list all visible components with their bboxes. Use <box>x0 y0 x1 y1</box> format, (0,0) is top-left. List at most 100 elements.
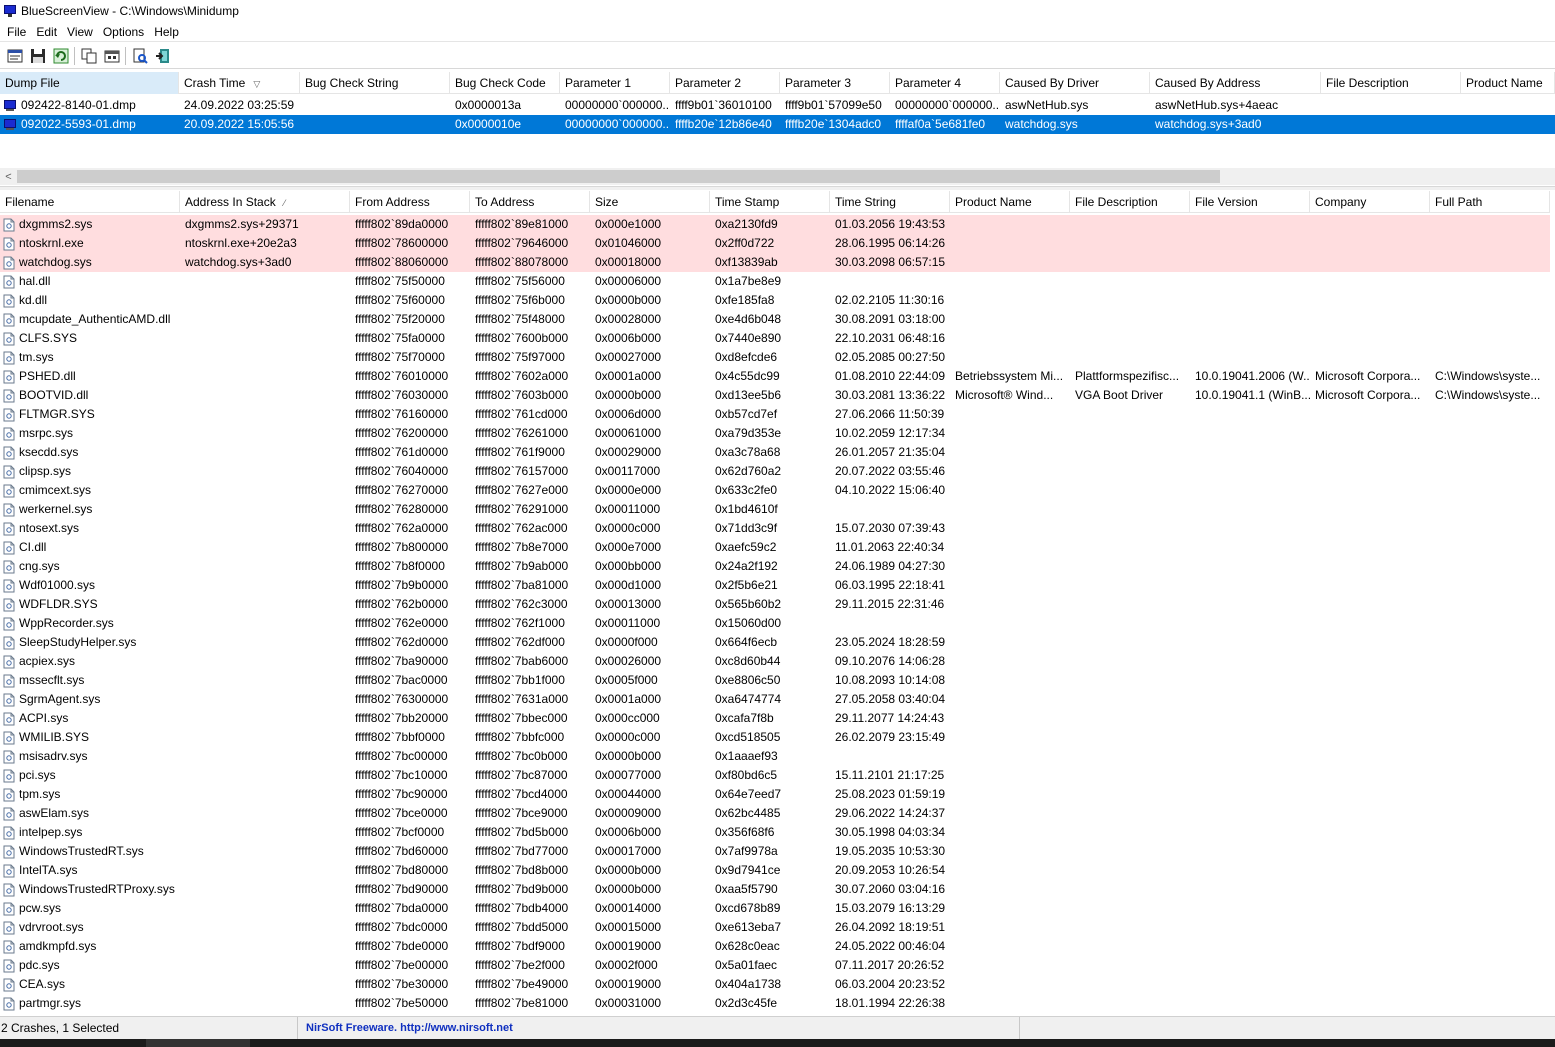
exit-button[interactable] <box>151 45 174 67</box>
cell-text: FLTMGR.SYS <box>19 407 95 421</box>
column-header-file-description[interactable]: File Description <box>1321 72 1461 94</box>
driver-row[interactable]: aswElam.sys fffff802`7bce0000 fffff802`7bc… <box>0 804 1550 823</box>
driver-row[interactable]: mssecflt.sys fffff802`7bac0000 fffff802`7b… <box>0 671 1550 690</box>
column-header-size[interactable]: Size <box>590 191 710 213</box>
driver-row[interactable]: WMILIB.SYS fffff802`7bbf0000 fffff802`7bbf… <box>0 728 1550 747</box>
column-header-product-name[interactable]: Product Name <box>950 191 1070 213</box>
column-header-bug-check-string[interactable]: Bug Check String <box>300 72 450 94</box>
driver-row[interactable]: WDFLDR.SYS fffff802`762b0000 fffff802`762c… <box>0 595 1550 614</box>
taskbar-item[interactable] <box>146 1039 250 1047</box>
driver-row[interactable]: FLTMGR.SYS fffff802`76160000 fffff802`761c… <box>0 405 1550 424</box>
driver-row[interactable]: clipsp.sys fffff802`76040000 fffff802`7615… <box>0 462 1550 481</box>
column-header-company[interactable]: Company <box>1310 191 1430 213</box>
driver-row[interactable]: msisadrv.sys fffff802`7bc00000 fffff802`7b… <box>0 747 1550 766</box>
column-header-parameter-4[interactable]: Parameter 4 <box>890 72 1000 94</box>
driver-row[interactable]: IntelTA.sys fffff802`7bd80000 fffff802`7bd… <box>0 861 1550 880</box>
horizontal-scrollbar[interactable]: < <box>0 168 1555 185</box>
driver-row[interactable]: SleepStudyHelper.sys fffff802`762d0000 fff… <box>0 633 1550 652</box>
menu-edit[interactable]: Edit <box>31 25 62 39</box>
driver-row[interactable]: kd.dll fffff802`75f60000 fffff802`75f6b000… <box>0 291 1550 310</box>
refresh-button[interactable] <box>49 45 72 67</box>
save-button[interactable] <box>26 45 49 67</box>
nirsoft-link[interactable]: NirSoft Freeware. http://www.nirsoft.net <box>298 1016 1020 1040</box>
driver-row[interactable]: tpm.sys fffff802`7bc90000 fffff802`7bcd400… <box>0 785 1550 804</box>
column-header-address-in-stack[interactable]: Address In Stack ⁄ <box>180 191 350 213</box>
driver-row[interactable]: hal.dll fffff802`75f50000 fffff802`75f5600… <box>0 272 1550 291</box>
cell-file-version <box>1190 880 1310 899</box>
driver-row[interactable]: CEA.sys fffff802`7be30000 fffff802`7be4900… <box>0 975 1550 994</box>
driver-row[interactable]: dxgmms2.sys dxgmms2.sys+29371 fffff802`89d… <box>0 215 1550 234</box>
column-header-label: Time Stamp <box>715 195 780 209</box>
driver-row[interactable]: watchdog.sys watchdog.sys+3ad0 fffff802`88… <box>0 253 1550 272</box>
menu-view[interactable]: View <box>62 25 98 39</box>
scroll-left-arrow[interactable]: < <box>0 168 17 185</box>
menu-help[interactable]: Help <box>149 25 184 39</box>
driver-row[interactable]: pci.sys fffff802`7bc10000 fffff802`7bc8700… <box>0 766 1550 785</box>
driver-row[interactable]: tm.sys fffff802`75f70000 fffff802`75f97000… <box>0 348 1550 367</box>
driver-row[interactable]: WppRecorder.sys fffff802`762e0000 fffff802… <box>0 614 1550 633</box>
cell-file-version <box>1190 709 1310 728</box>
pane-splitter[interactable] <box>0 186 1555 190</box>
driver-row[interactable]: WindowsTrustedRTProxy.sys fffff802`7bd900… <box>0 880 1550 899</box>
driver-row[interactable]: pcw.sys fffff802`7bda0000 fffff802`7bdb400… <box>0 899 1550 918</box>
driver-row[interactable]: pdc.sys fffff802`7be00000 fffff802`7be2f00… <box>0 956 1550 975</box>
column-header-caused-by-address[interactable]: Caused By Address <box>1150 72 1321 94</box>
driver-row[interactable]: SgrmAgent.sys fffff802`76300000 fffff802`7… <box>0 690 1550 709</box>
scroll-thumb[interactable] <box>17 170 1220 183</box>
driver-row[interactable]: cmimcext.sys fffff802`76270000 fffff802`76… <box>0 481 1550 500</box>
column-header-time-stamp[interactable]: Time Stamp <box>710 191 830 213</box>
column-header-caused-by-driver[interactable]: Caused By Driver <box>1000 72 1150 94</box>
driver-row[interactable]: ACPI.sys fffff802`7bb20000 fffff802`7bbec0… <box>0 709 1550 728</box>
driver-row[interactable]: acpiex.sys fffff802`7ba90000 fffff802`7bab… <box>0 652 1550 671</box>
menu-options[interactable]: Options <box>98 25 149 39</box>
html-report-button[interactable] <box>100 45 123 67</box>
driver-row[interactable]: cng.sys fffff802`7b8f0000 fffff802`7b9ab00… <box>0 557 1550 576</box>
driver-row[interactable]: ksecdd.sys fffff802`761d0000 fffff802`761f… <box>0 443 1550 462</box>
title-bar[interactable]: BlueScreenView - C:\Windows\Minidump <box>0 0 1555 22</box>
driver-row[interactable]: CLFS.SYS fffff802`75fa0000 fffff802`7600b0… <box>0 329 1550 348</box>
column-header-from-address[interactable]: From Address <box>350 191 470 213</box>
column-header-dump-file[interactable]: Dump File <box>0 72 179 94</box>
cell-full-path <box>1430 842 1550 861</box>
cell-address-in-stack <box>180 842 350 861</box>
column-header-bug-check-code[interactable]: Bug Check Code <box>450 72 560 94</box>
column-header-file-version[interactable]: File Version <box>1190 191 1310 213</box>
find-button[interactable] <box>128 45 151 67</box>
crash-row[interactable]: 092422-8140-01.dmp 24.09.2022 03:25:59 0x0… <box>0 96 1555 115</box>
cell-product-name <box>950 728 1070 747</box>
column-header-time-string[interactable]: Time String <box>830 191 950 213</box>
column-header-label: Caused By Driver <box>1005 76 1100 90</box>
cell-company <box>1310 956 1430 975</box>
driver-row[interactable]: amdkmpfd.sys fffff802`7bde0000 fffff802`7b… <box>0 937 1550 956</box>
menu-file[interactable]: File <box>2 25 31 39</box>
column-header-file-description[interactable]: File Description <box>1070 191 1190 213</box>
column-header-crash-time[interactable]: Crash Time ▽ <box>179 72 300 94</box>
cell-product-name <box>950 500 1070 519</box>
driver-row[interactable]: BOOTVID.dll fffff802`76030000 fffff802`760… <box>0 386 1550 405</box>
driver-row[interactable]: partmgr.sys fffff802`7be50000 fffff802`7be… <box>0 994 1550 1013</box>
column-header-filename[interactable]: Filename <box>0 191 180 213</box>
column-header-parameter-2[interactable]: Parameter 2 <box>670 72 780 94</box>
driver-file-icon <box>3 997 15 1010</box>
crash-row[interactable]: 092022-5593-01.dmp 20.09.2022 15:05:56 0x0… <box>0 115 1555 134</box>
driver-row[interactable]: vdrvroot.sys fffff802`7bdc0000 fffff802`7b… <box>0 918 1550 937</box>
driver-row[interactable]: WindowsTrustedRT.sys fffff802`7bd60000 fff… <box>0 842 1550 861</box>
column-header-to-address[interactable]: To Address <box>470 191 590 213</box>
driver-row[interactable]: Wdf01000.sys fffff802`7b9b0000 fffff802`7b… <box>0 576 1550 595</box>
driver-row[interactable]: intelpep.sys fffff802`7bcf0000 fffff802`7b… <box>0 823 1550 842</box>
column-header-full-path[interactable]: Full Path <box>1430 191 1550 213</box>
driver-file-icon <box>3 769 15 782</box>
properties-button[interactable] <box>3 45 26 67</box>
column-header-parameter-3[interactable]: Parameter 3 <box>780 72 890 94</box>
cell-to-address: fffff802`7bdb4000 <box>475 901 569 915</box>
column-header-parameter-1[interactable]: Parameter 1 <box>560 72 670 94</box>
driver-row[interactable]: CI.dll fffff802`7b800000 fffff802`7b8e7000… <box>0 538 1550 557</box>
driver-row[interactable]: ntoskrnl.exe ntoskrnl.exe+20e2a3 fffff802`… <box>0 234 1550 253</box>
copy-button[interactable] <box>77 45 100 67</box>
driver-row[interactable]: PSHED.dll fffff802`76010000 fffff802`7602a… <box>0 367 1550 386</box>
driver-row[interactable]: werkernel.sys fffff802`76280000 fffff802`7… <box>0 500 1550 519</box>
driver-row[interactable]: msrpc.sys fffff802`76200000 fffff802`76261… <box>0 424 1550 443</box>
driver-row[interactable]: ntosext.sys fffff802`762a0000 fffff802`762… <box>0 519 1550 538</box>
driver-row[interactable]: mcupdate_AuthenticAMD.dll fffff802`75f200… <box>0 310 1550 329</box>
column-header-product-name[interactable]: Product Name <box>1461 72 1555 94</box>
